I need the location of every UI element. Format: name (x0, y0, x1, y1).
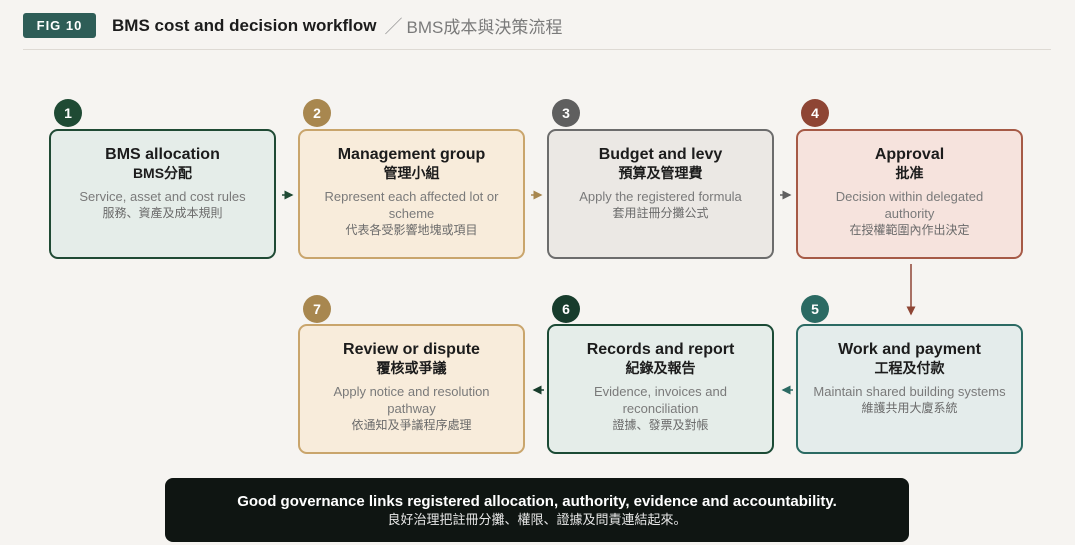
step-number-badge: 1 (54, 99, 82, 127)
step-description: Maintain shared building systems (813, 384, 1006, 399)
step-description-zh: 維護共用大廈系統 (861, 401, 958, 415)
step-description-zh: 在授權範圍內作出決定 (849, 223, 970, 237)
step-card-management-group: Management group 管理小組 Represent each aff… (298, 129, 525, 259)
step-title-zh: BMS分配 (132, 165, 193, 181)
step-description: Apply the registered formula (579, 189, 742, 204)
governance-summary-banner: Good governance links registered allocat… (165, 478, 909, 542)
step-title: Approval (874, 146, 945, 163)
step-card-budget-and-levy: Budget and levy 預算及管理費 Apply the registe… (547, 129, 774, 259)
step-description: Represent each affected lot or scheme (324, 189, 499, 221)
step-number-badge: 3 (552, 99, 580, 127)
step-number-badge: 2 (303, 99, 331, 127)
step-description: Service, asset and cost rules (79, 189, 246, 204)
step-description-zh: 證據、發票及對帳 (612, 418, 709, 432)
step-title: Management group (337, 146, 486, 163)
step-card-records-and-report: Records and report 紀錄及報告 Evidence, invoi… (547, 324, 774, 454)
step-title-zh: 工程及付款 (874, 360, 945, 376)
step-card-approval: Approval 批准 Decision within delegated au… (796, 129, 1023, 259)
step-title-zh: 覆核或爭議 (376, 360, 447, 376)
step-title-zh: 管理小組 (383, 165, 440, 181)
step-number-badge: 6 (552, 295, 580, 323)
step-title: BMS allocation (105, 146, 220, 163)
step-title: Records and report (586, 341, 735, 358)
step-description-zh: 代表各受影響地塊或項目 (345, 223, 478, 237)
step-description-zh: 服務、資產及成本規則 (102, 206, 223, 220)
step-card-review-or-dispute: Review or dispute 覆核或爭議 Apply notice and… (298, 324, 525, 454)
summary-text-zh: 良好治理把註冊分攤、權限、證據及問責連結起來。 (387, 512, 687, 527)
step-description: Evidence, invoices and reconciliation (594, 384, 727, 416)
summary-text: Good governance links registered allocat… (237, 493, 837, 510)
step-title-zh: 批准 (895, 165, 924, 181)
step-number-badge: 7 (303, 295, 331, 323)
step-number-badge: 5 (801, 295, 829, 323)
step-title: Review or dispute (343, 341, 480, 358)
step-card-work-and-payment: Work and payment 工程及付款 Maintain shared b… (796, 324, 1023, 454)
step-number-badge: 4 (801, 99, 829, 127)
step-description-zh: 依通知及爭議程序處理 (351, 418, 472, 432)
step-title: Work and payment (838, 341, 981, 358)
step-description-zh: 套用註冊分攤公式 (612, 206, 709, 220)
step-title: Budget and levy (598, 146, 723, 163)
step-title-zh: 預算及管理費 (618, 165, 703, 181)
flow-arrows (282, 190, 916, 395)
step-description: Decision within delegated authority (835, 189, 984, 221)
step-card-bms-allocation: BMS allocation BMS分配 Service, asset and … (49, 129, 276, 259)
step-title-zh: 紀錄及報告 (625, 360, 696, 376)
step-description: Apply notice and resolution pathway (333, 384, 490, 416)
